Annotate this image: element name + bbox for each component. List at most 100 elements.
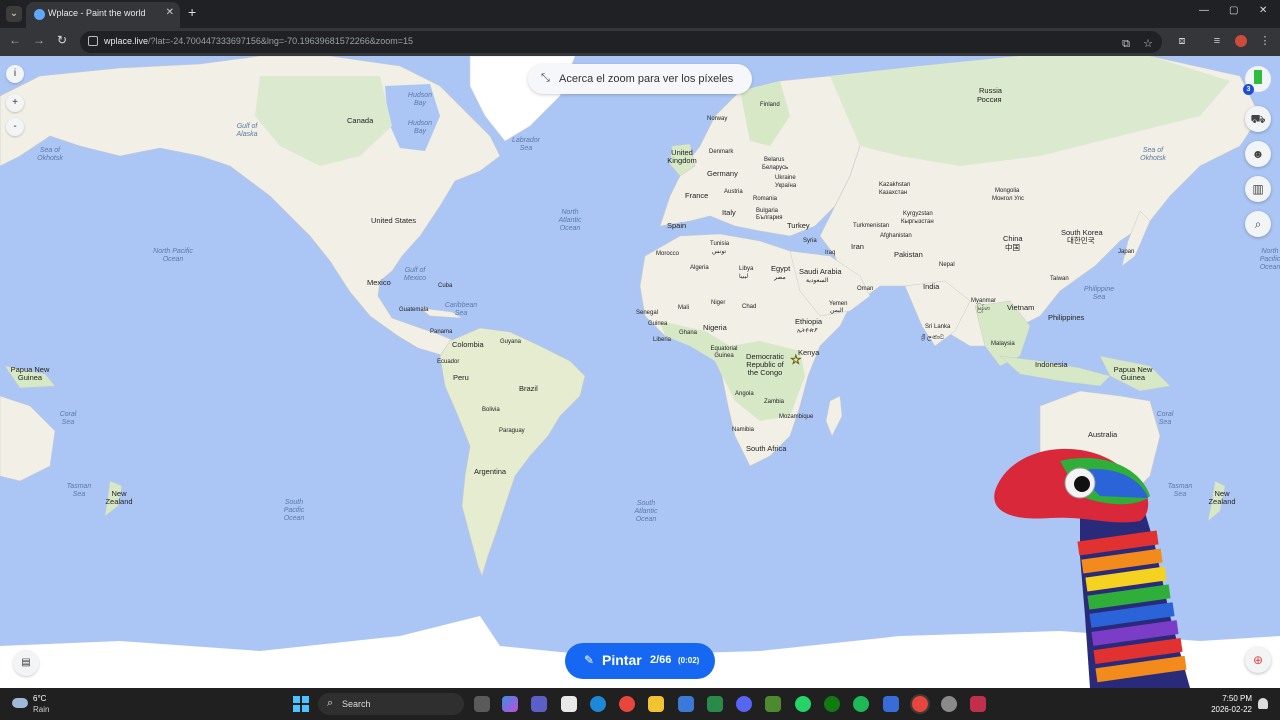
chrome-icon[interactable] <box>619 696 635 712</box>
map-label: مصر <box>774 275 786 281</box>
ocean-label: Hudson Bay <box>407 120 433 135</box>
search-icon: ⌕ <box>327 697 334 709</box>
url-text[interactable]: wplace.live/?lat=-24.700447333697156&lng… <box>104 36 413 46</box>
notion-icon[interactable] <box>707 696 723 712</box>
map-label: Libya <box>739 266 754 272</box>
cast-icon[interactable]: ⧉ <box>1120 38 1132 50</box>
map-label: Pakistan <box>894 250 923 259</box>
minecraft-icon[interactable] <box>765 696 781 712</box>
locate-me-icon[interactable]: ⊕ <box>1245 647 1271 673</box>
site-info-icon[interactable] <box>88 36 98 46</box>
task-view-icon[interactable] <box>474 696 490 712</box>
app-icon[interactable] <box>883 696 899 712</box>
system-clock[interactable]: 7:50 PM 2026-02-22 <box>1204 693 1252 715</box>
ocean-label: Sea of Okhotsk <box>37 147 63 162</box>
browser-menu-icon[interactable]: ⋮ <box>1259 35 1271 47</box>
browser-tab[interactable]: Wplace - Paint the world ✕ <box>26 2 180 28</box>
map-label: Guatemala <box>399 307 429 313</box>
reload-icon[interactable]: ↻ <box>57 33 67 47</box>
taskbar-search[interactable]: ⌕ Search <box>318 693 464 715</box>
ocean-label: South Pacific Ocean <box>283 499 305 522</box>
map-label: South Africa <box>746 444 787 453</box>
map-label: Denmark <box>709 149 734 155</box>
store-cart-icon[interactable]: ⛟ <box>1245 106 1271 132</box>
map-label: Germany <box>707 169 738 178</box>
map-label: Кыргызстан <box>901 219 934 225</box>
map-label: България <box>756 215 783 221</box>
map-label: Russia <box>979 86 1002 95</box>
map-label: Mongolia <box>995 188 1020 194</box>
extensions-icon[interactable]: ⧈ <box>1176 35 1188 47</box>
map-label: ශ්‍රී ලංකාව <box>921 335 945 341</box>
obs-icon[interactable] <box>941 696 957 712</box>
paint-timer: (0:02) <box>678 656 700 665</box>
map-label: Namibia <box>732 427 755 433</box>
wplace-favicon-icon <box>34 9 45 20</box>
map-label: Zambia <box>764 399 785 405</box>
copilot-icon[interactable] <box>502 696 518 712</box>
map-label: Kyrgyzstan <box>903 211 933 217</box>
edge-icon[interactable] <box>590 696 606 712</box>
windows-start-icon[interactable] <box>293 696 309 712</box>
map-label: السعودية <box>806 278 829 284</box>
paint-label: Pintar <box>602 652 642 668</box>
zoom-pointer-icon: ⤡ <box>541 72 550 84</box>
teams-icon[interactable] <box>531 696 547 712</box>
map-label: Монгол Улс <box>992 196 1025 202</box>
map-label: Guyana <box>500 339 522 345</box>
xbox-icon[interactable] <box>824 696 840 712</box>
map-label: Ukraine <box>775 175 796 181</box>
spotify-icon[interactable] <box>853 696 869 712</box>
media-icon[interactable]: ≡ <box>1211 35 1223 47</box>
discord-icon[interactable] <box>736 696 752 712</box>
back-icon[interactable]: ← <box>9 33 21 47</box>
explore-search-icon[interactable]: ⌕ <box>1245 211 1271 237</box>
map-label: Finland <box>760 102 780 108</box>
map-label: Taiwan <box>1050 276 1069 282</box>
profile-avatar[interactable] <box>1235 35 1247 47</box>
map-label: Myanmar <box>971 298 997 304</box>
map-label: Беларусь <box>762 165 789 171</box>
map-label: Philippines <box>1048 313 1085 322</box>
keyboard-icon[interactable]: ▤ <box>13 650 39 676</box>
address-bar[interactable]: wplace.live/?lat=-24.700447333697156&lng… <box>80 31 1162 53</box>
file-explorer-icon[interactable] <box>648 696 664 712</box>
app-icon[interactable] <box>970 696 986 712</box>
notification-bell-icon[interactable] <box>1258 698 1268 709</box>
map-label: Mexico <box>367 278 391 287</box>
map-label: Japan <box>1118 249 1135 255</box>
zoom-out-button[interactable]: - <box>6 118 24 136</box>
map-label: Bolivia <box>482 407 500 413</box>
tab-search-button[interactable]: ⌄ <box>6 6 22 22</box>
bookmark-star-icon[interactable]: ☆ <box>1142 38 1154 50</box>
map-label: Spain <box>667 221 687 230</box>
forward-icon[interactable]: → <box>33 33 45 47</box>
zoom-in-button[interactable]: + <box>6 94 24 112</box>
paint-button[interactable]: ✎ Pintar 2/66 (0:02) <box>565 643 715 679</box>
maximize-button[interactable]: ▢ <box>1229 5 1238 16</box>
map-label: Cuba <box>438 283 453 289</box>
ocean-label: Philippine Sea <box>1083 286 1115 301</box>
map-label: Россия <box>977 95 1002 104</box>
whatsapp-icon[interactable] <box>795 696 811 712</box>
clock-time: 7:50 PM <box>1222 694 1252 703</box>
m365-icon[interactable] <box>678 696 694 712</box>
map-label: Canada <box>347 116 374 125</box>
info-button[interactable]: i <box>6 65 24 83</box>
zoom-hint-banner: ⤡ Acerca el zoom para ver los píxeles <box>528 64 752 94</box>
new-tab-button[interactable]: + <box>188 4 196 20</box>
ocean-label: Sea of Okhotsk <box>1140 147 1166 162</box>
ocean-label: Tasman Sea <box>66 483 92 498</box>
minimize-button[interactable]: — <box>1199 5 1209 16</box>
leaderboard-icon[interactable]: ▥ <box>1245 176 1271 202</box>
user-avatar-button[interactable]: 3 <box>1243 66 1271 95</box>
map-label: China <box>1003 234 1023 243</box>
chrome-active-icon[interactable] <box>912 696 928 712</box>
close-window-button[interactable]: ✕ <box>1259 5 1267 16</box>
acrobat-icon[interactable] <box>561 696 577 712</box>
search-label: Search <box>342 699 371 709</box>
map-label: Democratic Republic of the Congo <box>746 352 784 377</box>
tab-close-icon[interactable]: ✕ <box>166 7 174 18</box>
alliance-group-icon[interactable]: ☻ <box>1245 141 1271 167</box>
map-label: 대한민국 <box>1067 236 1095 245</box>
